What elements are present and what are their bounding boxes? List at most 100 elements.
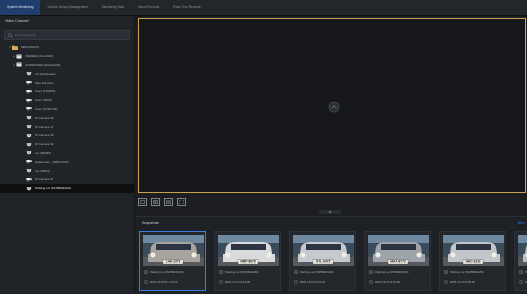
plate-text: MAX-8773 xyxy=(390,260,405,264)
tree-node-label: Gatehouse - (SBS2.1PR) xyxy=(35,160,69,164)
bullet-camera-icon xyxy=(26,89,32,94)
tree-node[interactable]: Side Entrance xyxy=(0,78,134,87)
tree-node[interactable]: Front (ILT86 PR) xyxy=(0,105,134,114)
snapshot-thumbnail: MAX-8773 xyxy=(368,235,429,266)
bullet-camera-icon xyxy=(26,177,32,182)
clock-icon xyxy=(519,280,523,284)
snapshot-camera-label: Parking Lot (PLP8824/HM) xyxy=(150,270,183,274)
single-view-icon[interactable] xyxy=(138,198,147,206)
tree-node[interactable]: ▾MIRCOSOFS xyxy=(0,43,134,52)
search-placeholder: Enter Keywords xyxy=(15,33,36,37)
tab-system-monitoring[interactable]: System Monitoring xyxy=(0,0,40,15)
snapshots-title: Snapshots xyxy=(142,221,159,225)
tree-node[interactable]: ▸VIEWER-(Ucxxx8x8) xyxy=(0,52,134,61)
tree-node[interactable]: Front (3000) xyxy=(0,96,134,105)
snapshot-strip: LHA-2373 Parking Lot (PLP8824/HM) 2023-12-… xyxy=(139,231,527,291)
snapshot-time: 2023-12-9f 22:1:19:16 xyxy=(144,280,178,284)
snapshot-time-label: 2023-12-9f 11:12:00 xyxy=(225,280,250,284)
snapshot-camera-label: Parking Lot (PLP8824/HM) xyxy=(450,270,483,274)
fullscreen-icon[interactable] xyxy=(177,198,186,206)
snapshot-card[interactable]: MAX-8773 Parking Lot (PLP8824/HM) 2023-12-… xyxy=(364,231,431,291)
tree-node[interactable]: IP Camera 48 xyxy=(0,131,134,140)
snapshot-camera: Parking Lot (PLP8824/HM) xyxy=(369,270,408,274)
tree-node-label: Front (T3000S) xyxy=(35,89,55,93)
snapshot-time: 2023-12-9f xyxy=(519,280,527,284)
resize-handle[interactable] xyxy=(319,210,341,214)
dome-camera-icon xyxy=(26,124,32,129)
tab-monitoring-task[interactable]: Monitoring Task xyxy=(95,0,131,15)
tree-node-label: Front (3000) xyxy=(35,98,52,102)
top-nav: System MonitoringVehicle Library Managem… xyxy=(0,0,527,16)
tree-node[interactable]: IP Camera 37 xyxy=(0,175,134,184)
bullet-camera-icon xyxy=(26,106,32,111)
tree-node[interactable]: IP Camera 46 xyxy=(0,113,134,122)
snapshot-camera-label: Parking Lot (PLP8824/HM) xyxy=(375,270,408,274)
panel-title: Video Channel xyxy=(0,16,134,29)
tree-node-label: Lot (NE/BS) xyxy=(35,151,51,155)
video-channel-panel: Video Channel Enter Keywords ▾MIRCOSOFS▸… xyxy=(0,16,135,293)
clock-icon xyxy=(369,280,373,284)
dome-camera-icon xyxy=(26,71,32,76)
tab-alarm-records[interactable]: Alarm Records xyxy=(131,0,166,15)
tree-node-label: Front (ILT86 PR) xyxy=(35,107,57,111)
tree-node-label: MIRCOSOFS xyxy=(21,45,39,49)
snapshot-time: 2023-12-9f 11:12:00 xyxy=(219,280,250,284)
snapshot-camera: Parking Lot (PLP8824/HM) xyxy=(444,270,483,274)
snapshot-card[interactable]: NMP-8878 Parking Lot (PLP8824/HM) 2023-12-… xyxy=(214,231,281,291)
video-window[interactable] xyxy=(138,18,526,193)
plate-text: NMP-8878 xyxy=(240,260,255,264)
quad-view-icon[interactable] xyxy=(151,198,160,206)
snapshot-camera: Parking Lot (PLP8824/HM) xyxy=(519,270,527,274)
search-input[interactable]: Enter Keywords xyxy=(4,30,130,40)
snapshot-card[interactable]: LHA-2373 Parking Lot (PLP8824/HM) 2023-12-… xyxy=(139,231,206,291)
snapshot-card[interactable]: Parking Lot (PLP8824/HM) 2023-12-9f xyxy=(514,231,527,291)
clock-icon xyxy=(144,280,148,284)
snapshot-time-label: 2023-12-9f 11:14:00 xyxy=(375,280,400,284)
plate-text: LHA-2373 xyxy=(166,260,181,264)
tree-node-label: Parking Lot (PLP8824/HM) xyxy=(35,186,71,190)
tree-node-label: IP Camera 37 xyxy=(35,177,53,181)
snapshot-time-label: 2023-12-9f 11:00:0F xyxy=(450,280,475,284)
clock-icon xyxy=(219,280,223,284)
snapshot-time: 2023-12-9f 11:12:16 xyxy=(294,280,325,284)
more-link[interactable]: More xyxy=(518,221,525,225)
clock-icon xyxy=(294,280,298,284)
camera-icon xyxy=(444,270,448,274)
snapshot-time: 2023-12-9f 11:00:0F xyxy=(444,280,475,284)
dome-camera-icon xyxy=(26,115,32,120)
tree-node[interactable]: Lot (Southeast) xyxy=(0,69,134,78)
snapshot-card[interactable]: GYL-6476 Parking Lot (PLP8824/HM) 2023-12-… xyxy=(289,231,356,291)
tree-node[interactable]: ▾JOHNSVIEW-(Serial-[IIIII]) xyxy=(0,61,134,70)
tree-node[interactable]: Gatehouse - (SBS2.1PR) xyxy=(0,157,134,166)
tab-vehicle-library-management[interactable]: Vehicle Library Management xyxy=(40,0,94,15)
no-signal-icon xyxy=(328,101,340,113)
clock-icon xyxy=(444,280,448,284)
snapshot-time-label: 2023-12-9f 22:1:19:16 xyxy=(150,280,178,284)
snapshot-thumbnail: NMP-8878 xyxy=(218,235,279,266)
tree-node[interactable]: Parking Lot (PLP8824/HM) xyxy=(0,184,134,193)
camera-icon xyxy=(144,270,148,274)
snapshot-thumbnail: HHC-3333 xyxy=(443,235,504,266)
tab-pass-thru-records[interactable]: Pass-Thru Records xyxy=(166,0,207,15)
tree-node[interactable]: Lot (SBS4) xyxy=(0,166,134,175)
snapshot-card[interactable]: HHC-3333 Parking Lot (PLP8824/HM) 2023-12-… xyxy=(439,231,506,291)
search-icon xyxy=(8,33,13,38)
tree-node[interactable]: Lot (NE/BS) xyxy=(0,149,134,158)
snapshot-camera-label: Parking Lot (PLP8824/HM) xyxy=(300,270,333,274)
snapshot-camera: Parking Lot (PLP8824/HM) xyxy=(294,270,333,274)
tree-node-label: Lot (Southeast) xyxy=(35,72,56,76)
tree-node[interactable]: IP Camera 47 xyxy=(0,122,134,131)
snapshot-thumbnail: GYL-6476 xyxy=(293,235,354,266)
handle-dot xyxy=(329,211,331,213)
tree-node[interactable]: Front (T3000S) xyxy=(0,87,134,96)
snapshot-camera-label: Parking Lot (PLP8824/HM) xyxy=(225,270,258,274)
tree-node[interactable]: IP Camera 49 xyxy=(0,140,134,149)
tree-node-label: IP Camera 49 xyxy=(35,142,53,146)
tree-node-label: IP Camera 47 xyxy=(35,125,53,129)
snapshot-time-label: 2023-12-9f 11:12:16 xyxy=(300,280,325,284)
bullet-camera-icon xyxy=(26,159,32,164)
server-icon xyxy=(16,62,22,67)
tree-node-label: JOHNSVIEW-(Serial-[IIIII]) xyxy=(25,63,60,67)
snapshot-icon[interactable] xyxy=(164,198,173,206)
bullet-camera-icon xyxy=(26,98,32,103)
